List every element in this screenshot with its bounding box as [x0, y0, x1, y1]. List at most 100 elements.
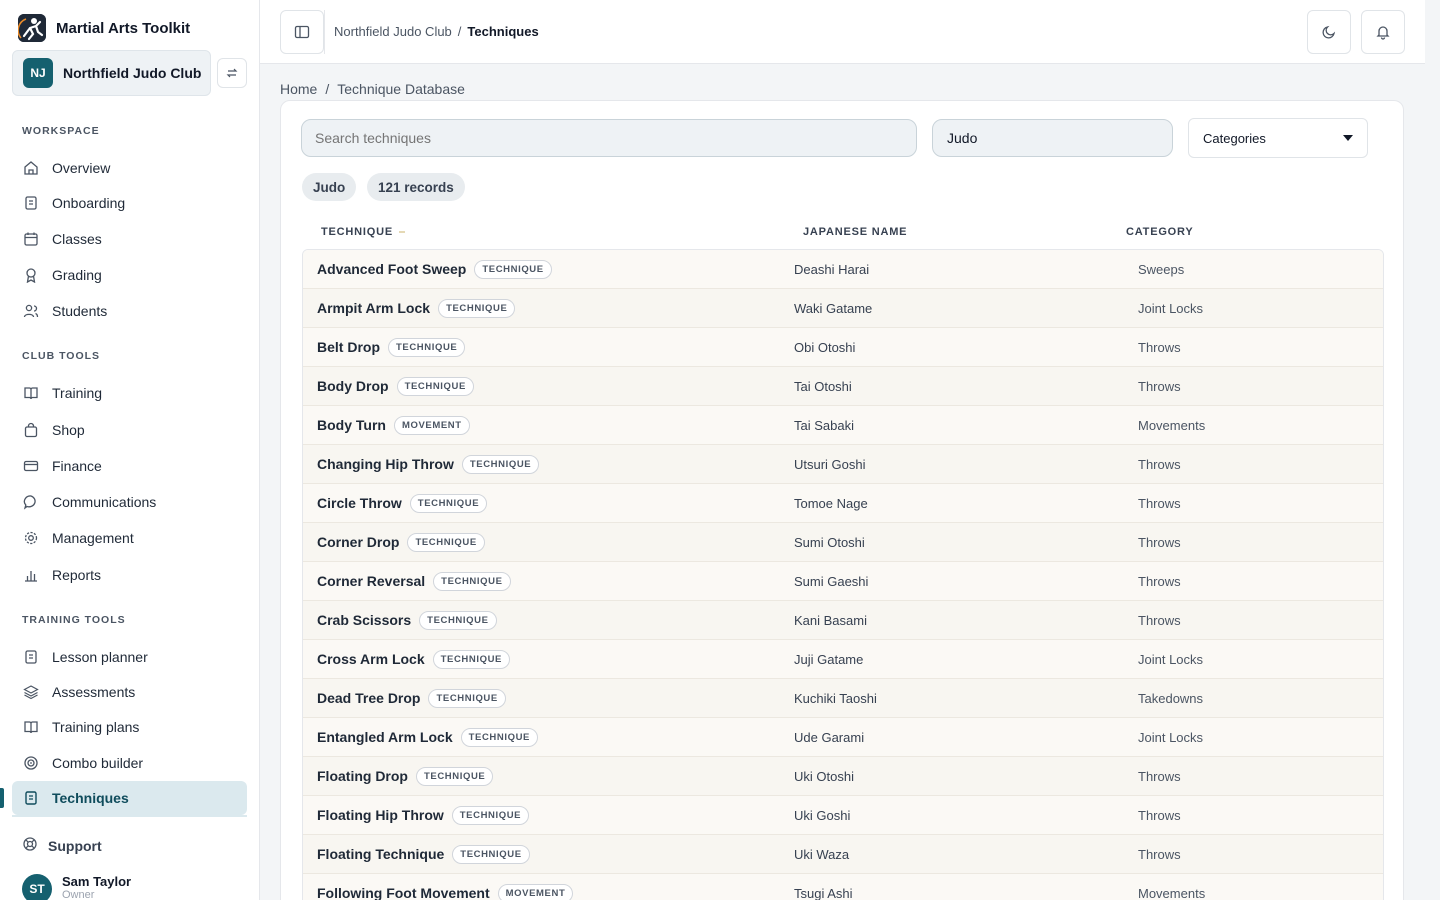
table-row[interactable]: Corner Reversal TECHNIQUE Sumi Gaeshi Throw… [303, 562, 1383, 601]
technique-name[interactable]: Following Foot Movement [317, 885, 490, 900]
technique-name[interactable]: Crab Scissors [317, 612, 411, 628]
book-icon [22, 384, 40, 402]
table-row[interactable]: Floating Hip Throw TECHNIQUE Uki Goshi Thro… [303, 796, 1383, 835]
table-row[interactable]: Cross Arm Lock TECHNIQUE Juji Gatame Joint … [303, 640, 1383, 679]
table-row[interactable]: Body Drop TECHNIQUE Tai Otoshi Throws [303, 367, 1383, 406]
technique-cell: Cross Arm Lock TECHNIQUE [317, 649, 510, 669]
club-switcher[interactable]: NJ Northfield Judo Club [12, 50, 211, 96]
sidebar-item-label: Management [52, 530, 134, 546]
technique-name[interactable]: Corner Reversal [317, 573, 425, 589]
table-row[interactable]: Floating Technique TECHNIQUE Uki Waza Throw… [303, 835, 1383, 874]
table-row[interactable]: Corner Drop TECHNIQUE Sumi Otoshi Throws [303, 523, 1383, 562]
technique-name[interactable]: Floating Technique [317, 846, 444, 862]
sidebar-item-training[interactable]: Training [12, 376, 247, 410]
type-badge: TECHNIQUE [409, 493, 488, 513]
technique-name[interactable]: Armpit Arm Lock [317, 300, 430, 316]
switch-club-button[interactable] [217, 58, 247, 88]
technique-name[interactable]: Corner Drop [317, 534, 399, 550]
support-label: Support [48, 837, 102, 854]
award-icon [22, 266, 40, 284]
martial-arts-logo-icon [18, 14, 46, 42]
technique-cell: Changing Hip Throw TECHNIQUE [317, 454, 540, 474]
support-link[interactable]: Support [22, 836, 102, 855]
type-badge: TECHNIQUE [432, 649, 510, 669]
category-cell: Throws [1138, 612, 1181, 628]
technique-cell: Floating Technique TECHNIQUE [317, 844, 530, 864]
chevron-down-icon [1343, 135, 1353, 141]
technique-cell: Advanced Foot Sweep TECHNIQUE [317, 259, 552, 279]
sort-indicator-icon [398, 231, 405, 234]
category-cell: Throws [1138, 573, 1181, 589]
sidebar-item-assessments[interactable]: Assessments [12, 675, 247, 709]
column-header-label: TECHNIQUE [321, 226, 393, 238]
book-icon [22, 718, 40, 736]
theme-toggle-button[interactable] [1307, 10, 1351, 54]
table-row[interactable]: Belt Drop TECHNIQUE Obi Otoshi Throws [303, 328, 1383, 367]
search-input[interactable] [301, 119, 917, 157]
table-row[interactable]: Changing Hip Throw TECHNIQUE Utsuri Goshi T… [303, 445, 1383, 484]
table-row[interactable]: Following Foot Movement MOVEMENT Tsugi Ash… [303, 874, 1383, 900]
category-select[interactable]: Categories [1188, 118, 1368, 158]
technique-name[interactable]: Dead Tree Drop [317, 690, 420, 706]
sidebar-toggle-button[interactable] [280, 10, 324, 54]
sidebar-item-combo-builder[interactable]: Combo builder [12, 746, 247, 780]
technique-name[interactable]: Advanced Foot Sweep [317, 261, 466, 277]
sidebar-item-label: Reports [52, 567, 102, 583]
sidebar-item-management[interactable]: Management [12, 521, 247, 555]
technique-name[interactable]: Circle Throw [317, 495, 402, 511]
sidebar-item-reports[interactable]: Reports [12, 558, 247, 592]
category-cell: Throws [1138, 768, 1181, 784]
martial-art-filter[interactable]: Judo [932, 119, 1173, 157]
sidebar-item-classes[interactable]: Classes [12, 222, 247, 256]
column-header-category[interactable]: CATEGORY [1126, 226, 1194, 238]
brand[interactable]: Martial Arts Toolkit [18, 14, 190, 42]
table-row[interactable]: Crab Scissors TECHNIQUE Kani Basami Throws [303, 601, 1383, 640]
technique-name[interactable]: Body Drop [317, 378, 389, 394]
technique-name[interactable]: Changing Hip Throw [317, 456, 454, 472]
martial-art-filter-value: Judo [947, 130, 978, 146]
sidebar-item-training-plans[interactable]: Training plans [12, 710, 247, 744]
technique-name[interactable]: Body Turn [317, 417, 386, 433]
sidebar-item-students[interactable]: Students [12, 294, 247, 328]
table-row[interactable]: Floating Drop TECHNIQUE Uki Otoshi Throws [303, 757, 1383, 796]
table-row[interactable]: Advanced Foot Sweep TECHNIQUE Deashi Harai… [303, 250, 1383, 289]
table-row[interactable]: Circle Throw TECHNIQUE Tomoe Nage Throws [303, 484, 1383, 523]
breadcrumb-current: Technique Database [337, 81, 465, 97]
type-badge: TECHNIQUE [452, 844, 530, 864]
technique-name[interactable]: Entangled Arm Lock [317, 729, 453, 745]
bar-chart-icon [22, 566, 40, 584]
table-row[interactable]: Armpit Arm Lock TECHNIQUE Waki Gatame Joint… [303, 289, 1383, 328]
table-row[interactable]: Dead Tree Drop TECHNIQUE Kuchiki Taoshi Tak… [303, 679, 1383, 718]
japanese-name-cell: Utsuri Goshi [794, 456, 866, 472]
user-profile[interactable]: ST Sam Taylor Owner [22, 874, 131, 900]
record-count-chip: 121 records [367, 173, 465, 201]
breadcrumb-home[interactable]: Home [280, 81, 317, 97]
japanese-name-cell: Sumi Gaeshi [794, 573, 869, 589]
section-label-workspace: WORKSPACE [22, 125, 100, 137]
technique-name[interactable]: Cross Arm Lock [317, 651, 425, 667]
notifications-button[interactable] [1361, 10, 1405, 54]
sidebar-item-grading[interactable]: Grading [12, 258, 247, 292]
table-row[interactable]: Entangled Arm Lock TECHNIQUE Ude Garami Joi… [303, 718, 1383, 757]
sidebar-item-finance[interactable]: Finance [12, 449, 247, 483]
category-cell: Throws [1138, 339, 1181, 355]
scrollbar-track[interactable] [1425, 0, 1440, 900]
sidebar-item-label: Training plans [52, 719, 140, 735]
home-icon [22, 159, 40, 177]
technique-name[interactable]: Belt Drop [317, 339, 380, 355]
sidebar-item-onboarding[interactable]: Onboarding [12, 186, 247, 220]
sidebar-item-shop[interactable]: Shop [12, 413, 247, 447]
japanese-name-cell: Obi Otoshi [794, 339, 856, 355]
technique-name[interactable]: Floating Hip Throw [317, 807, 444, 823]
breadcrumb: Home / Technique Database [280, 81, 465, 97]
sidebar-item-overview[interactable]: Overview [12, 151, 247, 185]
column-header-technique[interactable]: TECHNIQUE [321, 226, 405, 238]
sidebar-item-communications[interactable]: Communications [12, 485, 247, 519]
table-row[interactable]: Body Turn MOVEMENT Tai Sabaki Movements [303, 406, 1383, 445]
technique-name[interactable]: Floating Drop [317, 768, 408, 784]
sidebar-item-techniques[interactable]: Techniques [12, 781, 247, 815]
technique-cell: Following Foot Movement MOVEMENT [317, 883, 574, 900]
column-header-japanese-name[interactable]: JAPANESE NAME [803, 226, 907, 238]
topbar-crumb-club[interactable]: Northfield Judo Club [334, 24, 452, 39]
sidebar-item-lesson-planner[interactable]: Lesson planner [12, 640, 247, 674]
